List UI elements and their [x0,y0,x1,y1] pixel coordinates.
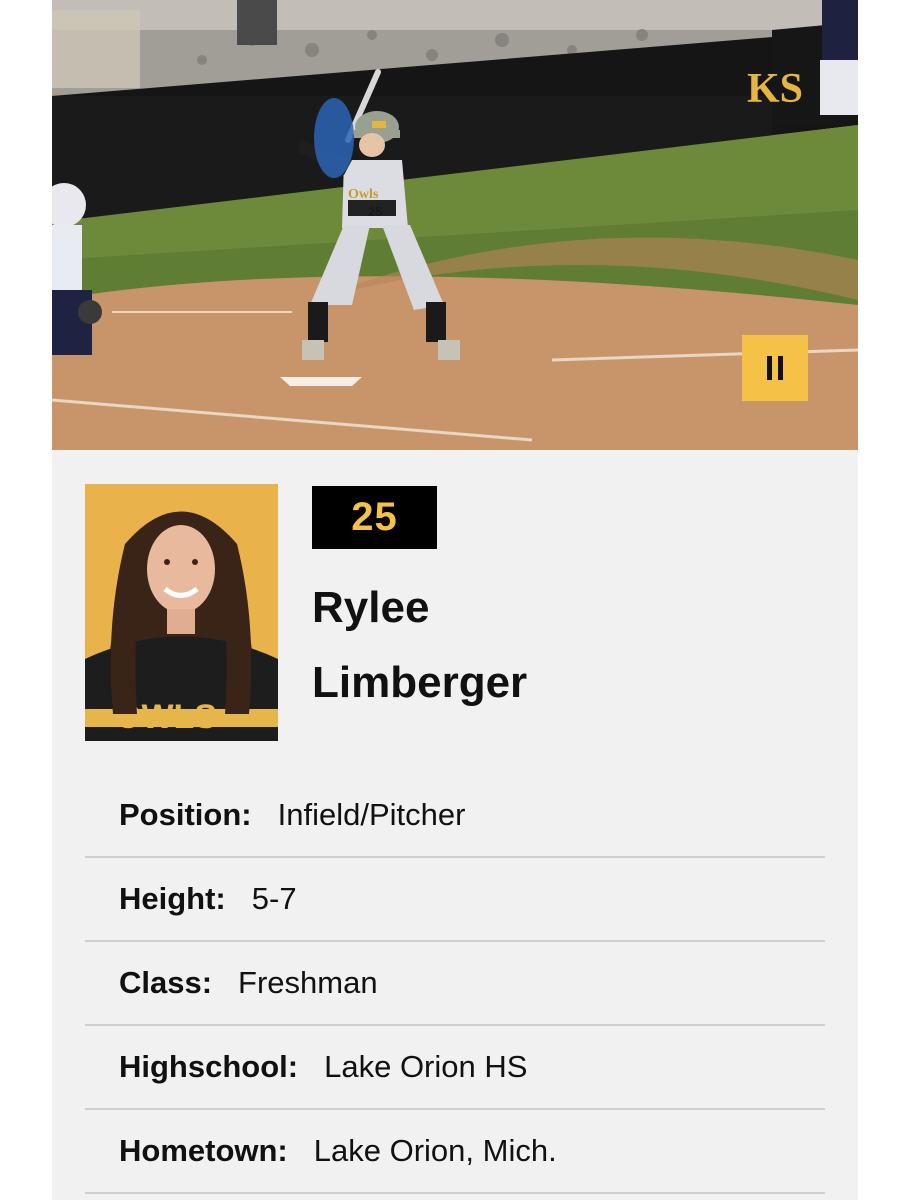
detail-row-height: Height: 5-7 [85,858,825,942]
player-headshot: OWLS [85,484,278,741]
detail-row-class: Class: Freshman [85,942,825,1026]
jersey-number-badge: 25 [312,486,437,549]
detail-label: Class: [119,965,213,1000]
player-first-name: Rylee [312,583,430,632]
detail-value: Infield/Pitcher [277,797,466,832]
wall-logo: KS [747,66,803,112]
detail-label: Height: [119,881,226,916]
detail-value: 5-7 [251,881,297,916]
pause-button[interactable] [742,335,808,401]
detail-row-position: Position: Infield/Pitcher [85,774,825,858]
batter-illustration: KS Owls 25 [52,0,858,450]
page: KS Owls 25 OWLS 25 Rylee Limberger Posit… [0,0,910,1200]
detail-value: Lake Orion, Mich. [313,1133,557,1168]
player-details-list: Position: Infield/Pitcher Height: 5-7 Cl… [85,774,825,1194]
player-card: KS Owls 25 OWLS 25 Rylee Limberger Posit… [52,0,858,1200]
svg-text:Owls: Owls [348,187,379,202]
detail-label: Highschool: [119,1049,299,1084]
detail-value: Lake Orion HS [324,1049,528,1084]
pause-icon [767,356,772,380]
svg-text:25: 25 [368,204,382,219]
headshot-illustration: OWLS [85,484,278,741]
detail-label: Position: [119,797,252,832]
detail-row-hometown: Hometown: Lake Orion, Mich. [85,1110,825,1194]
detail-label: Hometown: [119,1133,288,1168]
detail-row-highschool: Highschool: Lake Orion HS [85,1026,825,1110]
pause-icon-bar [778,356,783,380]
hero-photo: KS Owls 25 [52,0,858,450]
player-last-name: Limberger [312,658,528,707]
detail-value: Freshman [238,965,378,1000]
